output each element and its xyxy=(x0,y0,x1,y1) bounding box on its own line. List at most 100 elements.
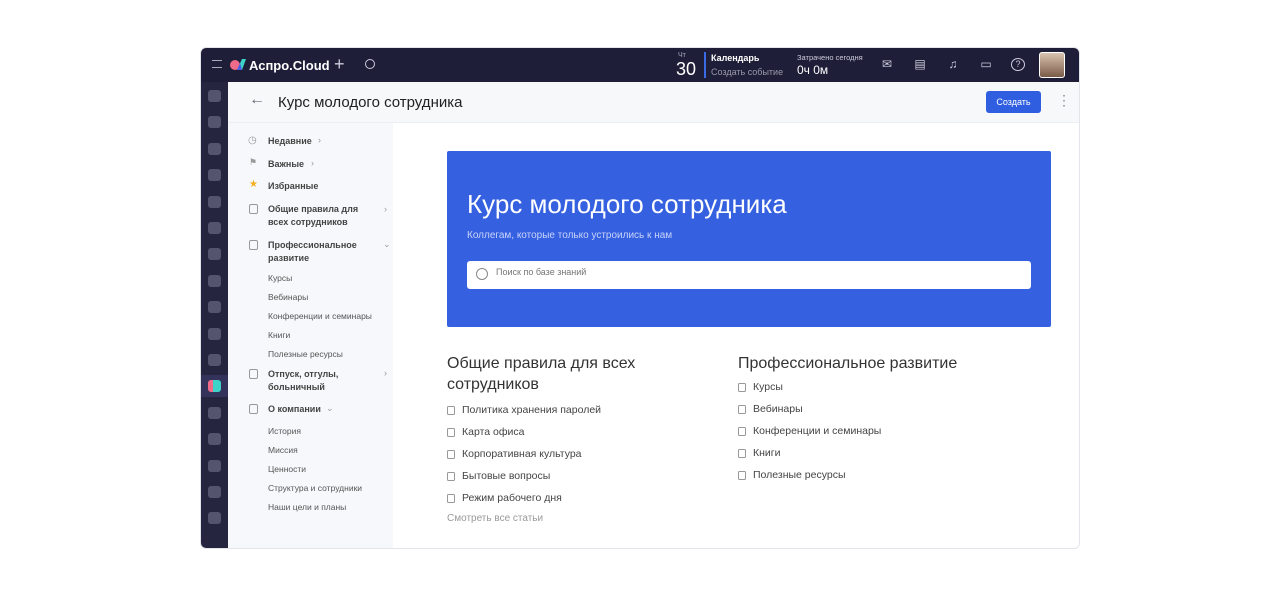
finance-icon[interactable] xyxy=(208,222,221,234)
avatar[interactable] xyxy=(1039,52,1065,78)
nav-sub-item[interactable]: Миссия xyxy=(268,445,298,455)
section-title[interactable]: Общие правила для всех сотрудников xyxy=(447,353,667,395)
export-icon[interactable] xyxy=(208,327,221,340)
divider xyxy=(704,52,706,78)
kb-search[interactable] xyxy=(467,261,1031,289)
article-link[interactable]: Вебинары xyxy=(738,398,998,420)
article-title[interactable]: Корпоративная культура xyxy=(462,448,582,460)
nav-sub-item[interactable]: Книги xyxy=(268,330,290,340)
nav-professional[interactable]: Профессиональное развитие xyxy=(268,239,373,265)
notes-icon[interactable]: ▤ xyxy=(913,58,927,71)
nav-vacation[interactable]: Отпуск, отгулы, больничный xyxy=(268,368,358,394)
article-title[interactable]: Карта офиса xyxy=(462,426,524,438)
chevron-right-icon[interactable]: › xyxy=(384,204,387,214)
mail-icon[interactable]: ✉ xyxy=(880,58,894,71)
nav-important[interactable]: Важные xyxy=(268,158,304,171)
article-link[interactable]: Полезные ресурсы xyxy=(738,464,998,486)
article-link[interactable]: Карта офиса xyxy=(447,421,667,443)
funnel-icon[interactable] xyxy=(208,142,221,155)
bell-icon[interactable]: ♫ xyxy=(946,58,960,71)
hero-banner: Курс молодого сотрудника Коллегам, котор… xyxy=(447,151,1051,327)
tasks-icon[interactable] xyxy=(208,90,221,102)
article-title[interactable]: Конференции и семинары xyxy=(753,425,881,437)
article-title[interactable]: Полезные ресурсы xyxy=(753,469,846,481)
article-link[interactable]: Корпоративная культура xyxy=(447,443,667,465)
spent-value[interactable]: 0ч 0м xyxy=(797,63,828,77)
day-of-week: Чт xyxy=(678,52,686,59)
article-link[interactable]: Курсы xyxy=(738,376,998,398)
clock-icon: ◷ xyxy=(248,135,257,146)
nav-sub-item[interactable]: Структура и сотрудники xyxy=(268,483,362,493)
files-icon[interactable] xyxy=(208,274,221,287)
add-icon[interactable]: + xyxy=(334,54,345,75)
nav-recent[interactable]: Недавние xyxy=(268,135,312,148)
document-icon xyxy=(447,427,455,437)
brand-name[interactable]: Аспро.Cloud xyxy=(249,58,330,73)
search-icon xyxy=(476,268,488,280)
article-title[interactable]: Курсы xyxy=(753,381,783,393)
users-icon[interactable] xyxy=(208,301,221,314)
support-icon[interactable] xyxy=(208,486,221,498)
section-general: Общие правила для всех сотрудников Полит… xyxy=(447,353,667,524)
article-title[interactable]: Книги xyxy=(753,447,780,459)
more-options-icon[interactable]: ⋮ xyxy=(1057,92,1071,109)
nav-general-rules[interactable]: Общие правила для всех сотрудников xyxy=(268,203,373,229)
page-header: ← Курс молодого сотрудника Создать ⋮ xyxy=(228,82,1079,123)
search-icon[interactable] xyxy=(365,59,375,69)
chevron-right-icon[interactable]: › xyxy=(311,158,314,168)
help-icon[interactable]: ? xyxy=(1011,58,1025,71)
article-title[interactable]: Бытовые вопросы xyxy=(462,470,550,482)
nav-sub-item[interactable]: Конференции и семинары xyxy=(268,311,372,321)
app-window: Аспро.Cloud + Чт 30 Календарь Создать со… xyxy=(200,47,1080,549)
nav-sub-item[interactable]: Курсы xyxy=(268,273,292,283)
document-icon xyxy=(447,493,455,503)
nav-sub-item[interactable]: Наши цели и планы xyxy=(268,502,346,512)
chevron-down-icon[interactable]: ⌄ xyxy=(326,403,334,414)
app-rail xyxy=(201,82,228,548)
nav-company[interactable]: О компании xyxy=(268,403,321,416)
document-icon xyxy=(738,404,746,414)
chevron-down-icon[interactable]: ⌄ xyxy=(383,239,391,250)
learning-icon[interactable] xyxy=(208,406,221,419)
docs-icon[interactable] xyxy=(208,248,221,261)
crm-icon[interactable] xyxy=(208,169,221,182)
article-link[interactable]: Конференции и семинары xyxy=(738,420,998,442)
see-all-link[interactable]: Смотреть все статьи xyxy=(447,513,667,524)
star-icon: ★ xyxy=(249,179,258,190)
profile-icon[interactable] xyxy=(208,512,221,525)
team-icon[interactable] xyxy=(208,195,221,208)
document-icon xyxy=(249,240,258,250)
chevron-right-icon[interactable]: › xyxy=(318,135,321,145)
banner-subtitle: Коллегам, которые только устроились к на… xyxy=(467,230,673,241)
document-icon xyxy=(447,449,455,459)
top-bar: Аспро.Cloud + Чт 30 Календарь Создать со… xyxy=(201,48,1079,82)
education-icon[interactable] xyxy=(208,459,221,472)
knowledge-base-icon[interactable] xyxy=(208,380,221,393)
chat-icon[interactable]: ▭ xyxy=(979,58,993,71)
article-link[interactable]: Книги xyxy=(738,442,998,464)
nav-favorites[interactable]: Избранные xyxy=(268,180,318,193)
nav-sub-item[interactable]: Полезные ресурсы xyxy=(268,349,343,359)
article-title[interactable]: Политика хранения паролей xyxy=(462,404,601,416)
day-number[interactable]: 30 xyxy=(676,59,696,80)
create-event-link[interactable]: Создать событие xyxy=(711,67,783,77)
calendar-link[interactable]: Календарь xyxy=(711,53,759,63)
kb-search-input[interactable] xyxy=(496,267,996,277)
document-icon xyxy=(738,448,746,458)
article-title[interactable]: Вебинары xyxy=(753,403,803,415)
projects-icon[interactable] xyxy=(208,116,221,129)
menu-icon[interactable] xyxy=(212,60,222,68)
create-button[interactable]: Создать xyxy=(986,91,1041,113)
chevron-right-icon[interactable]: › xyxy=(384,368,387,378)
nav-sub-item[interactable]: История xyxy=(268,426,301,436)
back-arrow-icon[interactable]: ← xyxy=(249,91,265,109)
services-icon[interactable] xyxy=(208,354,221,366)
article-link[interactable]: Бытовые вопросы xyxy=(447,465,667,487)
time-icon[interactable] xyxy=(208,433,221,446)
article-link[interactable]: Политика хранения паролей xyxy=(447,399,667,421)
nav-sub-item[interactable]: Вебинары xyxy=(268,292,308,302)
section-title[interactable]: Профессиональное развитие xyxy=(738,353,998,374)
article-title[interactable]: Режим рабочего дня xyxy=(462,492,562,504)
nav-sub-item[interactable]: Ценности xyxy=(268,464,306,474)
article-link[interactable]: Режим рабочего дня xyxy=(447,487,667,509)
